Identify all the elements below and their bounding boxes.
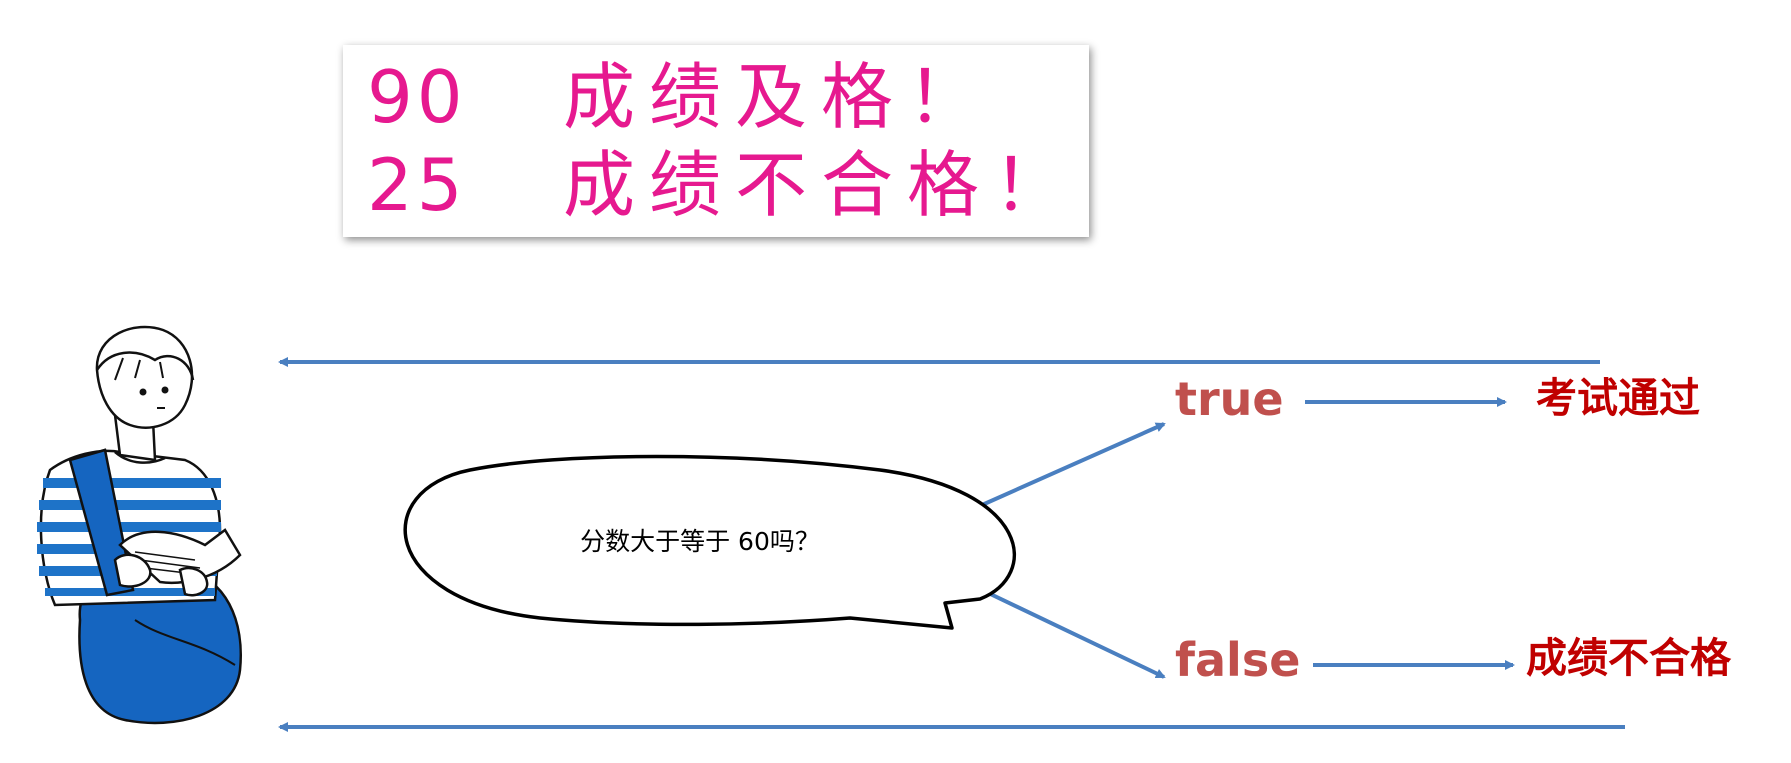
arrow-to-true	[981, 422, 1166, 507]
branch-label-false: false	[1175, 633, 1301, 687]
face-icon	[95, 325, 195, 429]
student-illustration	[37, 325, 242, 725]
arrow-to-false	[981, 588, 1166, 679]
question-text: 分数大于等于 60吗？	[580, 527, 820, 556]
result-pass: 考试通过	[1536, 374, 1700, 422]
diagram-shapes	[278, 357, 1625, 732]
result-fail: 成绩不合格	[1526, 634, 1731, 682]
flow-diagram: 90 成绩及格！ 25 成绩不合格！ 分数大于等于 60吗？ true fals…	[0, 0, 1791, 763]
branch-label-true: true	[1175, 372, 1284, 426]
